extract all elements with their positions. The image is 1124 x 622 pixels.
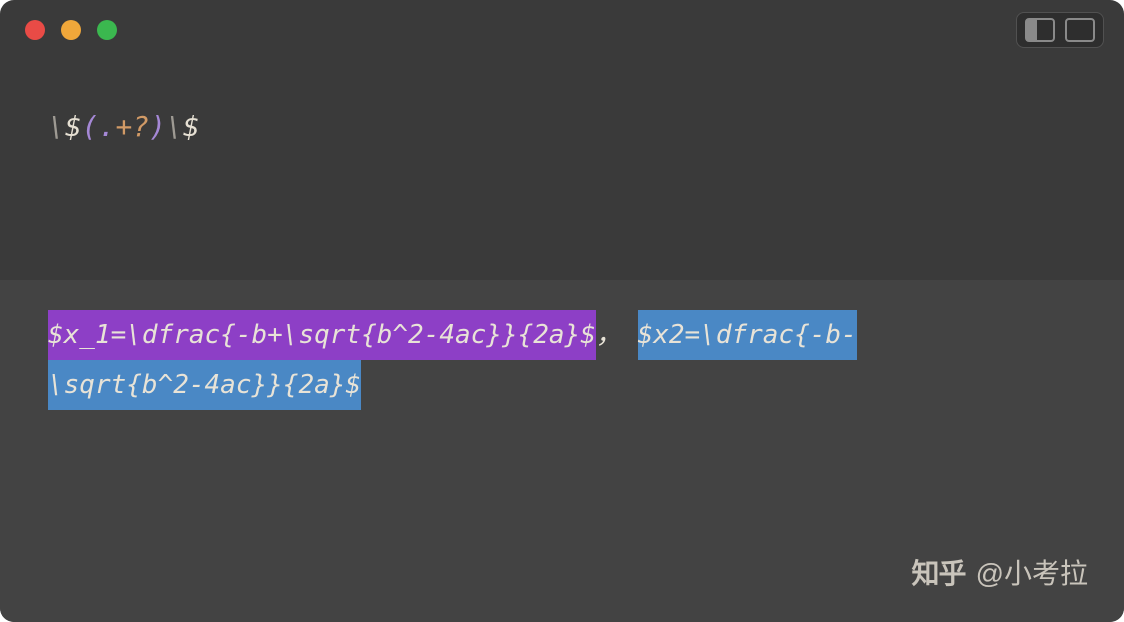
window-controls <box>25 20 117 40</box>
regex-input-pane[interactable]: \$(.+?)\$ <box>0 60 1124 280</box>
regex-token-literal: $ <box>183 110 200 143</box>
match-separator: ， <box>596 320 622 350</box>
pane-layout-controls <box>1016 12 1104 48</box>
watermark-author: @小考拉 <box>976 552 1088 592</box>
titlebar <box>0 0 1124 60</box>
regex-token-quant: +? <box>115 110 149 143</box>
regex-match-2-line2: \sqrt{b^2-4ac}}{2a}$ <box>48 360 361 410</box>
minimize-button[interactable] <box>61 20 81 40</box>
regex-editor-window: \$(.+?)\$ $x_1=\dfrac{-b+\sqrt{b^2-4ac}}… <box>0 0 1124 622</box>
regex-token-paren: ( <box>82 110 99 143</box>
regex-match-1: $x_1=\dfrac{-b+\sqrt{b^2-4ac}}{2a}$ <box>48 310 596 360</box>
regex-token-escape: \ <box>166 110 183 143</box>
test-string-pane[interactable]: $x_1=\dfrac{-b+\sqrt{b^2-4ac}}{2a}$， $x2… <box>0 280 1124 622</box>
regex-expression[interactable]: \$(.+?)\$ <box>48 110 1076 143</box>
regex-token-escape: \ <box>48 110 65 143</box>
watermark: 知乎 @小考拉 <box>912 552 1088 592</box>
regex-token-dot: . <box>99 110 116 143</box>
regex-token-paren: ) <box>149 110 166 143</box>
test-string[interactable]: $x_1=\dfrac{-b+\sqrt{b^2-4ac}}{2a}$， $x2… <box>48 310 1076 410</box>
single-pane-icon[interactable] <box>1065 18 1095 42</box>
regex-match-2-line1: $x2=\dfrac{-b- <box>638 310 857 360</box>
watermark-logo: 知乎 <box>912 552 966 592</box>
zoom-button[interactable] <box>97 20 117 40</box>
regex-token-literal: $ <box>65 110 82 143</box>
close-button[interactable] <box>25 20 45 40</box>
split-pane-icon[interactable] <box>1025 18 1055 42</box>
